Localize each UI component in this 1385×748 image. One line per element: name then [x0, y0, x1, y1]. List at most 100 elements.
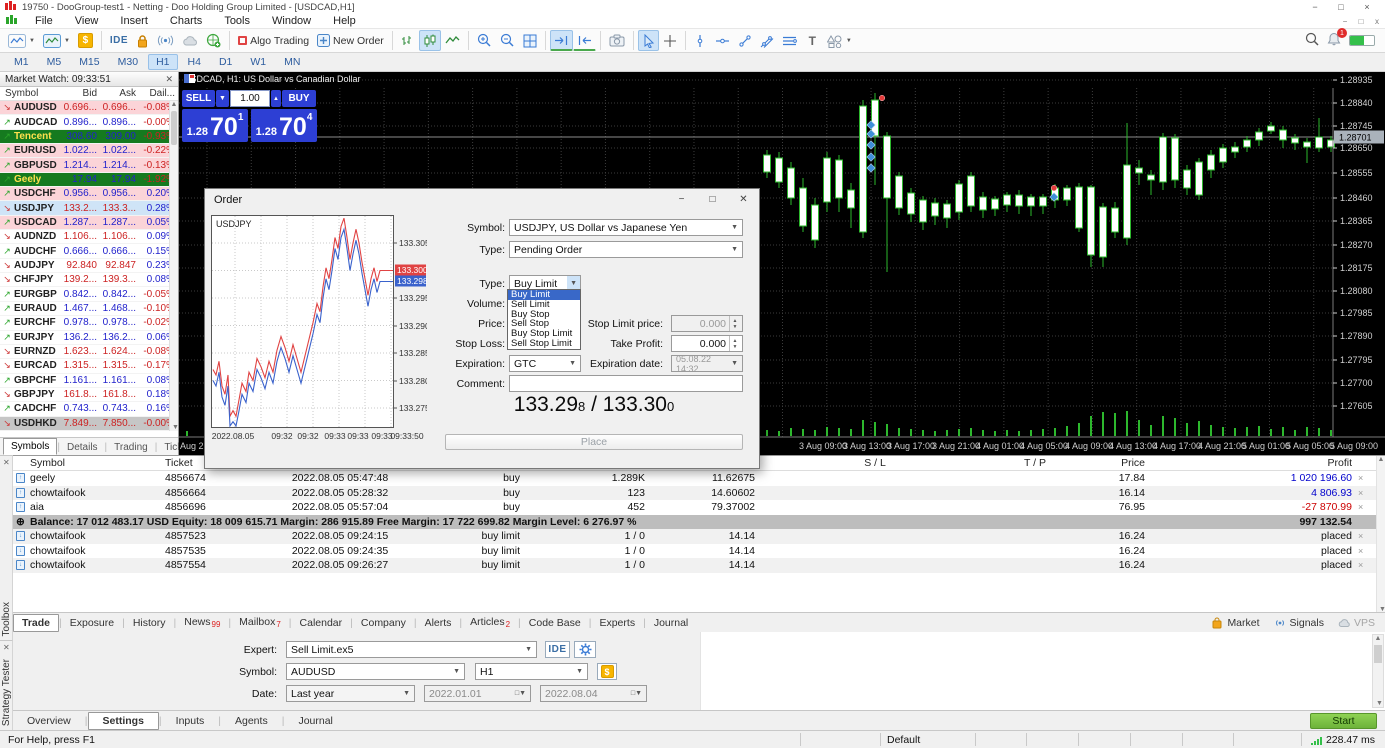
row-close-icon[interactable]: × [1358, 471, 1363, 486]
market-watch-tab-trading[interactable]: Trading [107, 440, 155, 455]
dialog-close-button[interactable]: ✕ [728, 189, 759, 211]
menu-item-tools[interactable]: Tools [213, 15, 261, 27]
tab-alerts[interactable]: Alerts [417, 615, 460, 631]
buy-price-box[interactable]: 1.28704 [251, 109, 317, 142]
trade-table-row[interactable]: ↓chowtaifook48575352022.08.05 09:24:35bu… [13, 544, 1385, 559]
market-watch-column-bid[interactable]: Bid [60, 88, 99, 99]
connection-icon[interactable] [1349, 35, 1375, 46]
trendline-tool[interactable] [734, 30, 756, 51]
trade-column-header[interactable]: S / L [800, 456, 950, 471]
toolbox-signals-button[interactable]: Signals [1274, 617, 1324, 629]
row-close-icon[interactable]: × [1358, 544, 1363, 559]
cloud-button[interactable] [178, 30, 202, 51]
market-watch-row[interactable]: ↗GBPUSD1.214...1.214...-0.13% [0, 158, 178, 172]
tab-journal[interactable]: Journal [646, 615, 696, 631]
market-watch-row[interactable]: ↘AUDJPY92.84092.8470.23% [0, 259, 178, 273]
timeframe-m30[interactable]: M30 [110, 54, 146, 70]
timeframe-h1[interactable]: H1 [148, 54, 177, 70]
order-type-combo[interactable]: Pending Order▼ [509, 241, 743, 258]
expiration-date-field[interactable]: 05.08.22 14:32▼ [671, 355, 743, 372]
tester-scrollbar[interactable]: ▲▼ [1372, 634, 1384, 708]
new-order-button[interactable]: New Order [313, 30, 388, 51]
tester-tab-journal[interactable]: Journal [284, 713, 346, 729]
market-watch-row[interactable]: ↗EURCHF0.978...0.978...-0.02% [0, 316, 178, 330]
zoom-out-button[interactable] [496, 30, 519, 51]
market-watch-row[interactable]: ↘USDHKD7.849...7.850...-0.00% [0, 417, 178, 431]
market-watch-tab-symbols[interactable]: Symbols [3, 438, 57, 455]
market-watch-scrollbar[interactable]: ▲▼ [169, 101, 178, 431]
market-watch-row[interactable]: ↗EURJPY136.2...136.2...0.06% [0, 331, 178, 345]
timeframe-w1[interactable]: W1 [242, 54, 274, 70]
community-button[interactable] [202, 30, 225, 51]
algo-trading-button[interactable]: Algo Trading [234, 30, 313, 51]
market-watch-row[interactable]: ↗USDCAD1.287...1.287...0.05% [0, 216, 178, 230]
menu-item-file[interactable]: File [24, 15, 64, 27]
take-profit-field[interactable]: 0.000▲▼ [671, 335, 743, 352]
row-close-icon[interactable]: × [1358, 486, 1363, 501]
tester-tab-settings[interactable]: Settings [88, 712, 159, 730]
screenshot-button[interactable] [605, 30, 629, 51]
row-close-icon[interactable]: × [1358, 558, 1363, 573]
volume-input[interactable]: 1.00 [230, 90, 270, 107]
market-watch-row[interactable]: ↘AUDNZD1.106...1.106...0.09% [0, 230, 178, 244]
timeframe-m1[interactable]: M1 [6, 54, 37, 70]
dialog-maximize-button[interactable]: □ [697, 189, 728, 211]
tab-mailbox[interactable]: Mailbox7 [231, 614, 289, 631]
tile-windows-button[interactable] [519, 30, 541, 51]
tester-period-combo[interactable]: H1▼ [475, 663, 588, 680]
market-watch-close-icon[interactable]: ✕ [165, 74, 173, 85]
tester-symbol-combo[interactable]: AUDUSD▼ [286, 663, 465, 680]
market-watch-row[interactable]: ↗AUDCHF0.666...0.666...0.15% [0, 244, 178, 258]
sell-button[interactable]: SELL [182, 90, 215, 107]
place-button[interactable]: Place [445, 434, 743, 450]
ide-button[interactable]: IDE [106, 30, 132, 51]
tab-trade[interactable]: Trade [13, 614, 59, 632]
connection-status[interactable]: 228.47 ms [1301, 733, 1385, 746]
buy-button[interactable]: BUY [282, 90, 316, 107]
market-watch-row[interactable]: ↘EURNZD1.623...1.624...-0.08% [0, 345, 178, 359]
text-tool[interactable]: T [802, 30, 823, 51]
date-range-combo[interactable]: Last year▼ [286, 685, 415, 702]
stop-limit-field[interactable]: 0.000▲▼ [671, 315, 743, 332]
tab-experts[interactable]: Experts [591, 615, 643, 631]
candles-chart-button[interactable] [419, 30, 441, 51]
tester-close-icon[interactable]: ✕ [3, 643, 10, 652]
chart-window-controls[interactable]: −□x [1337, 17, 1385, 26]
trade-table-row[interactable]: ↑geely48566742022.08.05 05:47:48buy1.289… [13, 471, 1385, 486]
tab-history[interactable]: History [125, 615, 174, 631]
chart-profile-dropdown[interactable]: ▼ [39, 30, 74, 51]
tester-settings-button[interactable] [574, 641, 596, 658]
volume-decrease-button[interactable]: ▼ [216, 90, 229, 107]
window-minimize-button[interactable]: − [1302, 2, 1328, 12]
market-watch-row[interactable]: ↗CADCHF0.743...0.743...0.16% [0, 402, 178, 416]
autoscroll-button[interactable] [550, 30, 573, 51]
tester-tab-agents[interactable]: Agents [221, 713, 282, 729]
trade-column-header[interactable]: Price [1045, 456, 1145, 471]
market-watch-column-symbol[interactable]: Symbol [0, 88, 60, 99]
market-watch-row[interactable]: ↘EURCAD1.315...1.315...-0.17% [0, 359, 178, 373]
toolbox-market-button[interactable]: Market [1211, 617, 1259, 629]
notifications-bell[interactable]: 1 [1327, 32, 1341, 49]
timeframe-mn[interactable]: MN [276, 54, 308, 70]
volume-increase-button[interactable]: ▲ [271, 90, 281, 107]
market-watch-row[interactable]: ↘GBPJPY161.8...161.8...0.18% [0, 388, 178, 402]
timeframe-m15[interactable]: M15 [71, 54, 107, 70]
equidistant-tool[interactable] [778, 30, 802, 51]
market-watch-row[interactable]: ↗USDCHF0.956...0.956...0.20% [0, 187, 178, 201]
timeframe-h4[interactable]: H4 [180, 54, 209, 70]
trade-table-scrollbar[interactable]: ▲▼ [1376, 456, 1385, 613]
trade-column-header[interactable]: Symbol [30, 456, 160, 471]
lock-button[interactable] [132, 30, 153, 51]
market-watch-row[interactable]: ↗EURAUD1.467...1.468...-0.10% [0, 302, 178, 316]
start-button[interactable]: Start [1310, 713, 1377, 729]
expert-combo[interactable]: Sell Limit.ex5▼ [286, 641, 537, 658]
menu-item-insert[interactable]: Insert [109, 15, 159, 27]
market-watch-row[interactable]: ↘CHFJPY139.2...139.3...0.08% [0, 273, 178, 287]
tab-company[interactable]: Company [353, 615, 414, 631]
order-type-option[interactable]: Sell Stop Limit [508, 339, 580, 349]
tester-tab-inputs[interactable]: Inputs [162, 713, 219, 729]
chart-type-dropdown[interactable]: ▼ [4, 30, 39, 51]
market-watch-row[interactable]: ↗AUDCAD0.896...0.896...-0.00% [0, 115, 178, 129]
market-watch-row[interactable]: ↗EURGBP0.842...0.842...-0.05% [0, 287, 178, 301]
market-watch-column-ask[interactable]: Ask [99, 88, 138, 99]
